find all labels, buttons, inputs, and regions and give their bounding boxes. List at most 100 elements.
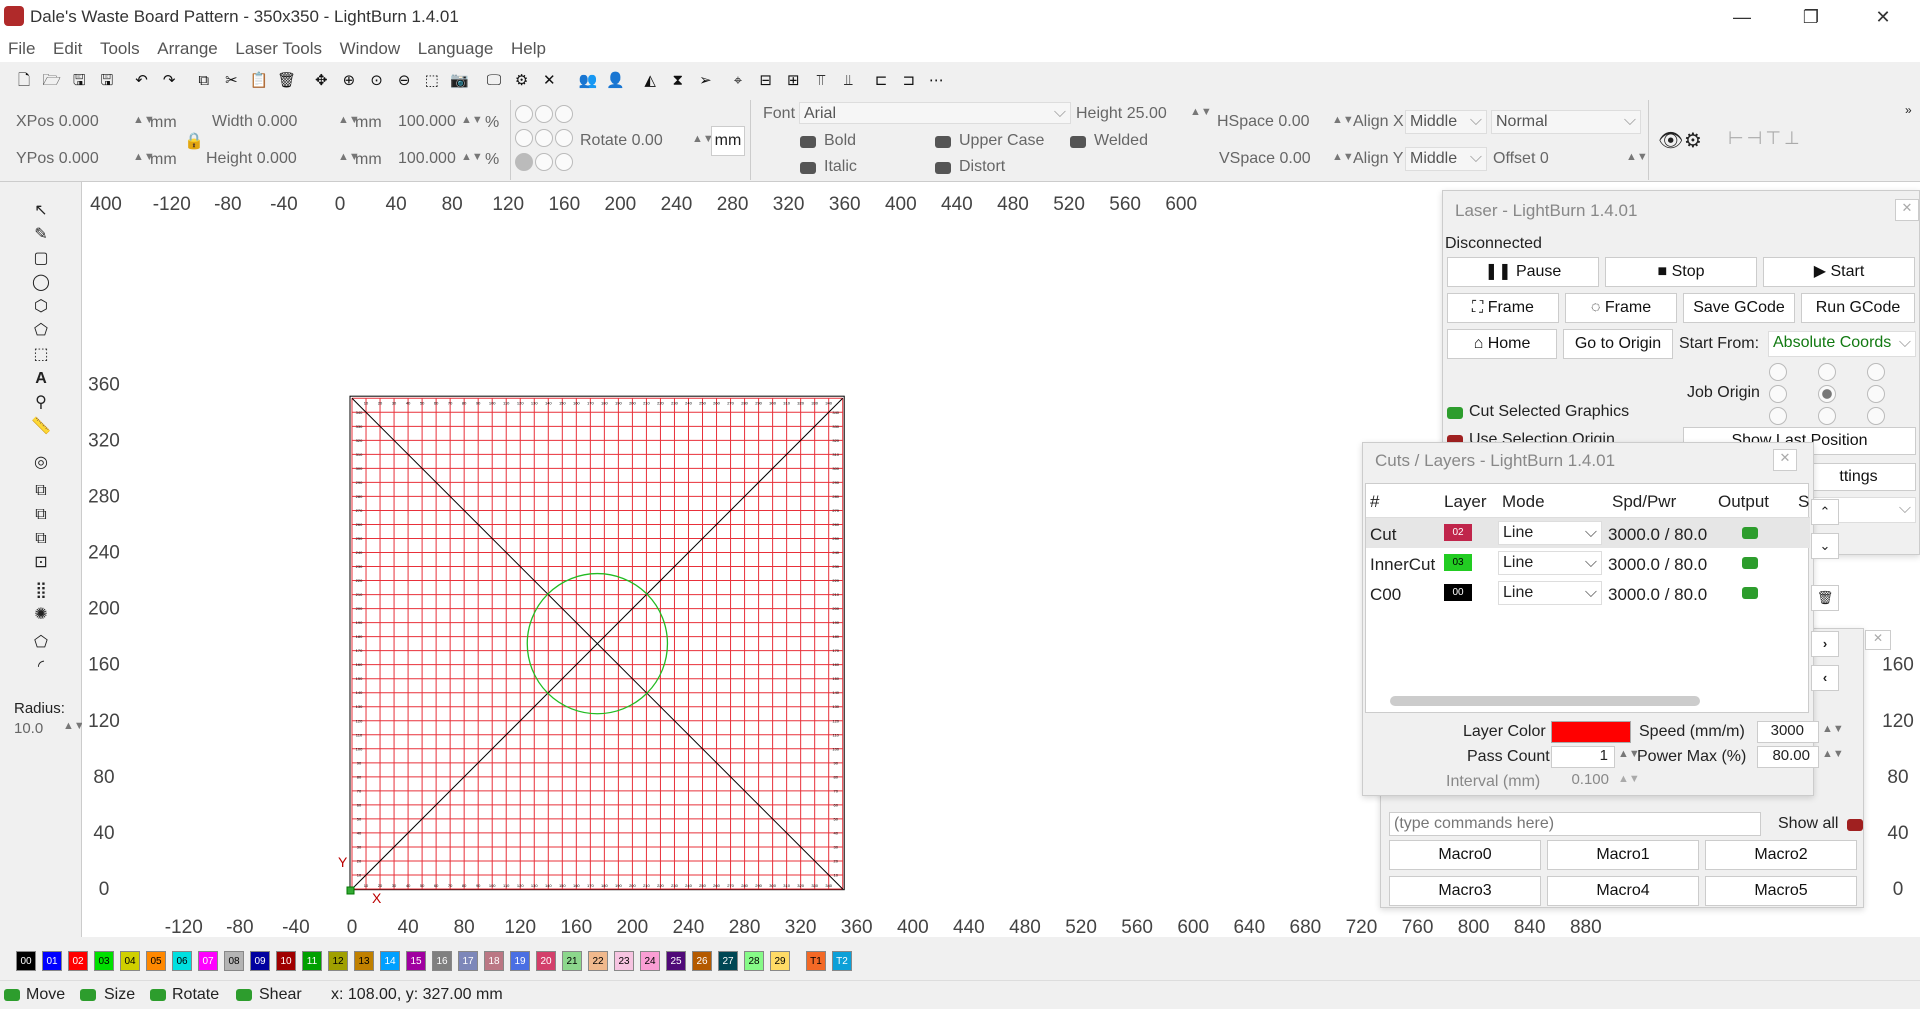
menu-tools[interactable]: Tools — [93, 34, 147, 64]
palette-swatch-23[interactable]: 23 — [614, 951, 634, 971]
redo-icon[interactable]: ↷ — [158, 70, 180, 92]
cut-selected-toggle[interactable] — [1447, 407, 1463, 419]
scale-width-spinner-icon[interactable]: ▲▼ — [461, 114, 483, 126]
marker-pin-icon[interactable]: ⚲ — [29, 392, 53, 414]
start-button[interactable]: ▶ Start — [1763, 257, 1915, 287]
ellipse-icon[interactable]: ◯ — [29, 272, 53, 294]
close-button[interactable]: ✕ — [1860, 2, 1906, 32]
weld-icon[interactable]: ⧉ — [29, 480, 53, 502]
macro5-button[interactable]: Macro5 — [1705, 876, 1857, 906]
vspace-spinner-icon[interactable]: ▲▼ — [1332, 151, 1354, 163]
rotate-unit-button[interactable]: mm — [711, 126, 745, 156]
vspace-field[interactable]: VSpace 0.00 — [1219, 150, 1311, 168]
toolbar-overflow-icon[interactable]: » — [1905, 103, 1912, 117]
align-y-dropdown[interactable]: Middle ⌵ — [1405, 147, 1487, 171]
ypos-field[interactable]: YPos 0.000 — [16, 150, 99, 168]
offset-icon[interactable]: ◎ — [29, 452, 53, 474]
palette-swatch-22[interactable]: 22 — [588, 951, 608, 971]
go-to-origin-button[interactable]: Go to Origin — [1563, 329, 1673, 359]
flip-horizontal-icon[interactable]: ◭ — [639, 70, 661, 92]
radius-field[interactable]: 10.0 — [14, 720, 43, 737]
text-icon[interactable]: A — [29, 368, 53, 390]
palette-swatch-21[interactable]: 21 — [562, 951, 582, 971]
macro3-button[interactable]: Macro3 — [1389, 876, 1541, 906]
menu-file[interactable]: File — [0, 34, 42, 64]
table-row[interactable]: C00 00 Line ⌵ 3000.0 / 80.0 — [1366, 578, 1810, 608]
palette-swatch-15[interactable]: 15 — [406, 951, 426, 971]
camera-icon[interactable]: 📷 — [448, 70, 470, 92]
align-left-icon[interactable]: ⊏ — [870, 70, 892, 92]
table-row[interactable]: InnerCut 03 Line ⌵ 3000.0 / 80.0 — [1366, 548, 1810, 578]
corner-tool-icon[interactable]: ⬠ — [29, 632, 53, 654]
height-field[interactable]: Height 0.000 — [206, 150, 297, 168]
paste-icon[interactable]: 📋 — [248, 70, 270, 92]
distribute-icon[interactable]: ⊞ — [782, 70, 804, 92]
palette-swatch-04[interactable]: 04 — [120, 951, 140, 971]
cut-icon[interactable]: ✂ — [220, 70, 242, 92]
text-height-field[interactable]: Height 25.00 — [1076, 105, 1167, 123]
home-button[interactable]: ⌂ Home — [1447, 329, 1557, 359]
chevron-right-icon[interactable]: › — [1811, 631, 1839, 657]
palette-swatch-26[interactable]: 26 — [692, 951, 712, 971]
distort-toggle[interactable] — [935, 162, 951, 174]
zoom-out-icon[interactable]: ⊖ — [393, 70, 415, 92]
start-from-dropdown[interactable]: Absolute Coords ⌵ — [1768, 331, 1916, 357]
position-laser-icon[interactable]: ⬚ — [29, 344, 53, 366]
move-icon[interactable]: ✥ — [310, 70, 332, 92]
console-command-input[interactable]: (type commands here) — [1389, 812, 1761, 836]
fillet-icon[interactable]: ◜ — [29, 656, 53, 678]
move-toggle[interactable] — [4, 989, 20, 1001]
palette-swatch-05[interactable]: 05 — [146, 951, 166, 971]
edit-nodes-icon[interactable]: ⬠ — [29, 320, 53, 342]
interval-spinner-icon[interactable]: ▲▼ — [1618, 773, 1640, 785]
grid-array-icon[interactable]: ⣿ — [29, 580, 53, 602]
show-all-toggle[interactable] — [1847, 819, 1863, 831]
macro0-button[interactable]: Macro0 — [1389, 840, 1541, 870]
menu-arrange[interactable]: Arrange — [150, 34, 224, 64]
zoom-selection-icon[interactable]: ⬚ — [421, 70, 443, 92]
output-toggle[interactable] — [1742, 527, 1758, 539]
palette-swatch-13[interactable]: 13 — [354, 951, 374, 971]
send-icon[interactable]: ➢ — [694, 70, 716, 92]
save-gcode-button[interactable]: Save GCode — [1683, 293, 1795, 323]
zoom-fit-icon[interactable]: ⊙ — [366, 70, 388, 92]
pause-button[interactable]: ❚❚ Pause — [1447, 257, 1599, 287]
offset-spinner-icon[interactable]: ▲▼ — [1626, 151, 1648, 163]
pen-icon[interactable]: ✎ — [29, 224, 53, 246]
speed-spinner-icon[interactable]: ▲▼ — [1822, 723, 1844, 735]
palette-swatch-25[interactable]: 25 — [666, 951, 686, 971]
macro4-button[interactable]: Macro4 — [1547, 876, 1699, 906]
palette-swatch-28[interactable]: 28 — [744, 951, 764, 971]
minimize-button[interactable]: — — [1719, 2, 1765, 32]
mode-dropdown[interactable]: Line ⌵ — [1498, 521, 1602, 545]
interval-field[interactable]: 0.100 — [1551, 771, 1615, 793]
measure-icon[interactable]: 📏 — [29, 416, 53, 438]
copy-icon[interactable]: ⧉ — [193, 70, 215, 92]
text-height-spinner-icon[interactable]: ▲▼ — [1190, 106, 1212, 118]
offset-field[interactable]: Offset 0 — [1493, 150, 1549, 168]
align-x-dropdown[interactable]: Middle ⌵ — [1405, 110, 1487, 134]
table-row[interactable]: Cut 02 Line ⌵ 3000.0 / 80.0 — [1366, 518, 1810, 548]
palette-swatch-00[interactable]: 00 — [16, 951, 36, 971]
job-origin-selector[interactable] — [1769, 363, 1909, 425]
scale-height-field[interactable]: 100.000 — [398, 150, 456, 168]
speed-field[interactable]: 3000 — [1757, 721, 1819, 743]
palette-swatch-29[interactable]: 29 — [770, 951, 790, 971]
laser-panel-close-icon[interactable]: ✕ — [1895, 199, 1919, 221]
maximize-button[interactable]: ❐ — [1788, 2, 1834, 32]
preview-icon[interactable]: 👁 — [1658, 128, 1683, 153]
cuts-panel-close-icon[interactable]: ✕ — [1773, 449, 1797, 471]
menu-help[interactable]: Help — [504, 34, 553, 64]
italic-toggle[interactable] — [800, 162, 816, 174]
palette-swatch-02[interactable]: 02 — [68, 951, 88, 971]
select-arrow-icon[interactable]: ↖ — [29, 200, 53, 222]
macro2-button[interactable]: Macro2 — [1705, 840, 1857, 870]
undo-icon[interactable]: ↶ — [131, 70, 153, 92]
rotate-field[interactable]: Rotate 0.00 — [580, 132, 663, 150]
group-icon[interactable]: 👥 — [577, 70, 599, 92]
delete-icon[interactable]: 🗑 — [276, 70, 298, 92]
move-layer-up-icon[interactable]: ⌃ — [1811, 499, 1839, 525]
output-toggle[interactable] — [1742, 557, 1758, 569]
align-top-icon[interactable]: ⫪ — [810, 70, 832, 92]
frame-circle-button[interactable]: ◌ Frame — [1565, 293, 1677, 323]
